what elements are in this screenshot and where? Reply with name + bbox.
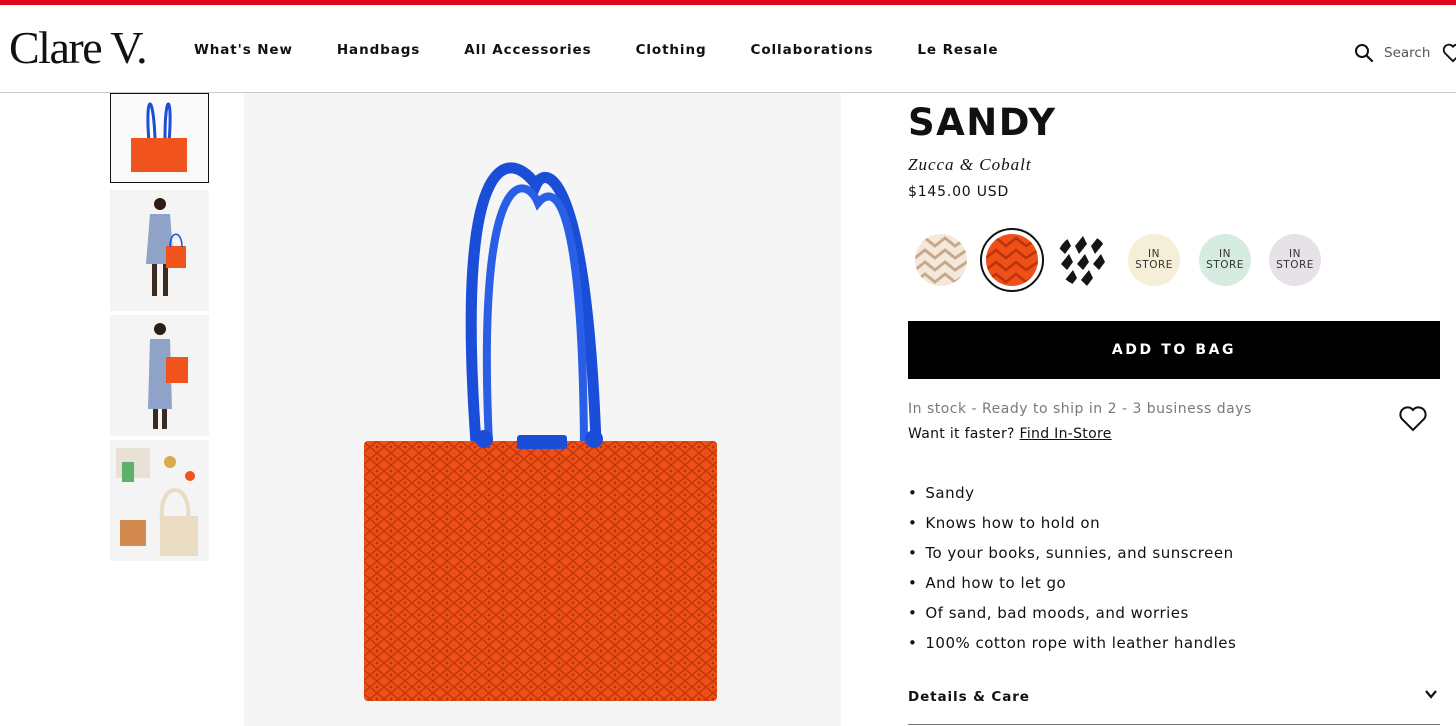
thumbnail-model-side[interactable] xyxy=(110,315,209,436)
swatch-lavender-in-store[interactable]: IN STORE xyxy=(1269,234,1321,286)
product-color-name: Zucca & Cobalt xyxy=(908,155,1032,174)
in-store-label-line2: STORE xyxy=(1206,259,1244,271)
heart-outline-icon xyxy=(1399,406,1427,432)
stock-status: In stock - Ready to ship in 2 - 3 busine… xyxy=(908,401,1252,417)
swatch-black-white[interactable] xyxy=(1057,234,1109,286)
list-item: And how to let go xyxy=(908,573,1236,603)
chevron-down-icon xyxy=(1425,690,1437,699)
swatch-natural[interactable] xyxy=(915,234,967,286)
thumbnail-gallery xyxy=(110,93,209,565)
search-icon xyxy=(1355,44,1374,63)
main-product-image[interactable] xyxy=(244,93,841,726)
swatch-zucca-cobalt[interactable] xyxy=(986,234,1038,286)
list-item: Of sand, bad moods, and worries xyxy=(908,603,1236,633)
heart-icon xyxy=(1442,43,1456,63)
in-store-label-line2: STORE xyxy=(1276,259,1314,271)
find-in-store-link[interactable]: Find In-Store xyxy=(1020,426,1112,442)
site-header: Clare V. What's New Handbags All Accesso… xyxy=(0,5,1456,93)
swatch-cream-in-store[interactable]: IN STORE xyxy=(1128,234,1180,286)
product-info: SANDY Zucca & Cobalt $145.00 USD IN STOR… xyxy=(908,93,1440,725)
list-item: To your books, sunnies, and sunscreen xyxy=(908,543,1236,573)
product-price: $145.00 USD xyxy=(908,184,1010,200)
add-to-wishlist-button[interactable] xyxy=(1398,405,1428,433)
thumbnail-model-front[interactable] xyxy=(110,190,209,311)
color-swatches: IN STORE IN STORE IN STORE xyxy=(908,227,1440,297)
wishlist-header-button[interactable] xyxy=(1442,43,1456,63)
nav-item-collaborations[interactable]: Collaborations xyxy=(751,42,874,58)
brand-logo[interactable]: Clare V. xyxy=(9,25,148,71)
swatch-mint-in-store[interactable]: IN STORE xyxy=(1199,234,1251,286)
nav-item-all-accessories[interactable]: All Accessories xyxy=(464,42,591,58)
nav-item-whats-new[interactable]: What's New xyxy=(194,42,293,58)
main-nav: What's New Handbags All Accessories Clot… xyxy=(194,42,1042,58)
thumbnail-flatlay[interactable] xyxy=(110,440,209,561)
search-button[interactable]: Search xyxy=(1354,43,1430,63)
nav-item-le-resale[interactable]: Le Resale xyxy=(917,42,998,58)
thumbnail-bag-front[interactable] xyxy=(110,93,209,183)
product-description-list: Sandy Knows how to hold on To your books… xyxy=(908,483,1236,663)
in-store-label-line2: STORE xyxy=(1135,259,1173,271)
add-to-bag-button[interactable]: ADD TO BAG xyxy=(908,321,1440,379)
list-item: 100% cotton rope with leather handles xyxy=(908,633,1236,663)
product-title: SANDY xyxy=(908,101,1057,144)
search-label: Search xyxy=(1384,45,1431,61)
list-item: Sandy xyxy=(908,483,1236,513)
nav-item-clothing[interactable]: Clothing xyxy=(636,42,707,58)
faster-shipping-line: Want it faster? Find In-Store xyxy=(908,426,1112,442)
list-item: Knows how to hold on xyxy=(908,513,1236,543)
details-care-accordion[interactable]: Details & Care xyxy=(908,681,1440,725)
faster-prefix: Want it faster? xyxy=(908,426,1015,442)
nav-item-handbags[interactable]: Handbags xyxy=(337,42,420,58)
details-care-label: Details & Care xyxy=(908,689,1030,705)
